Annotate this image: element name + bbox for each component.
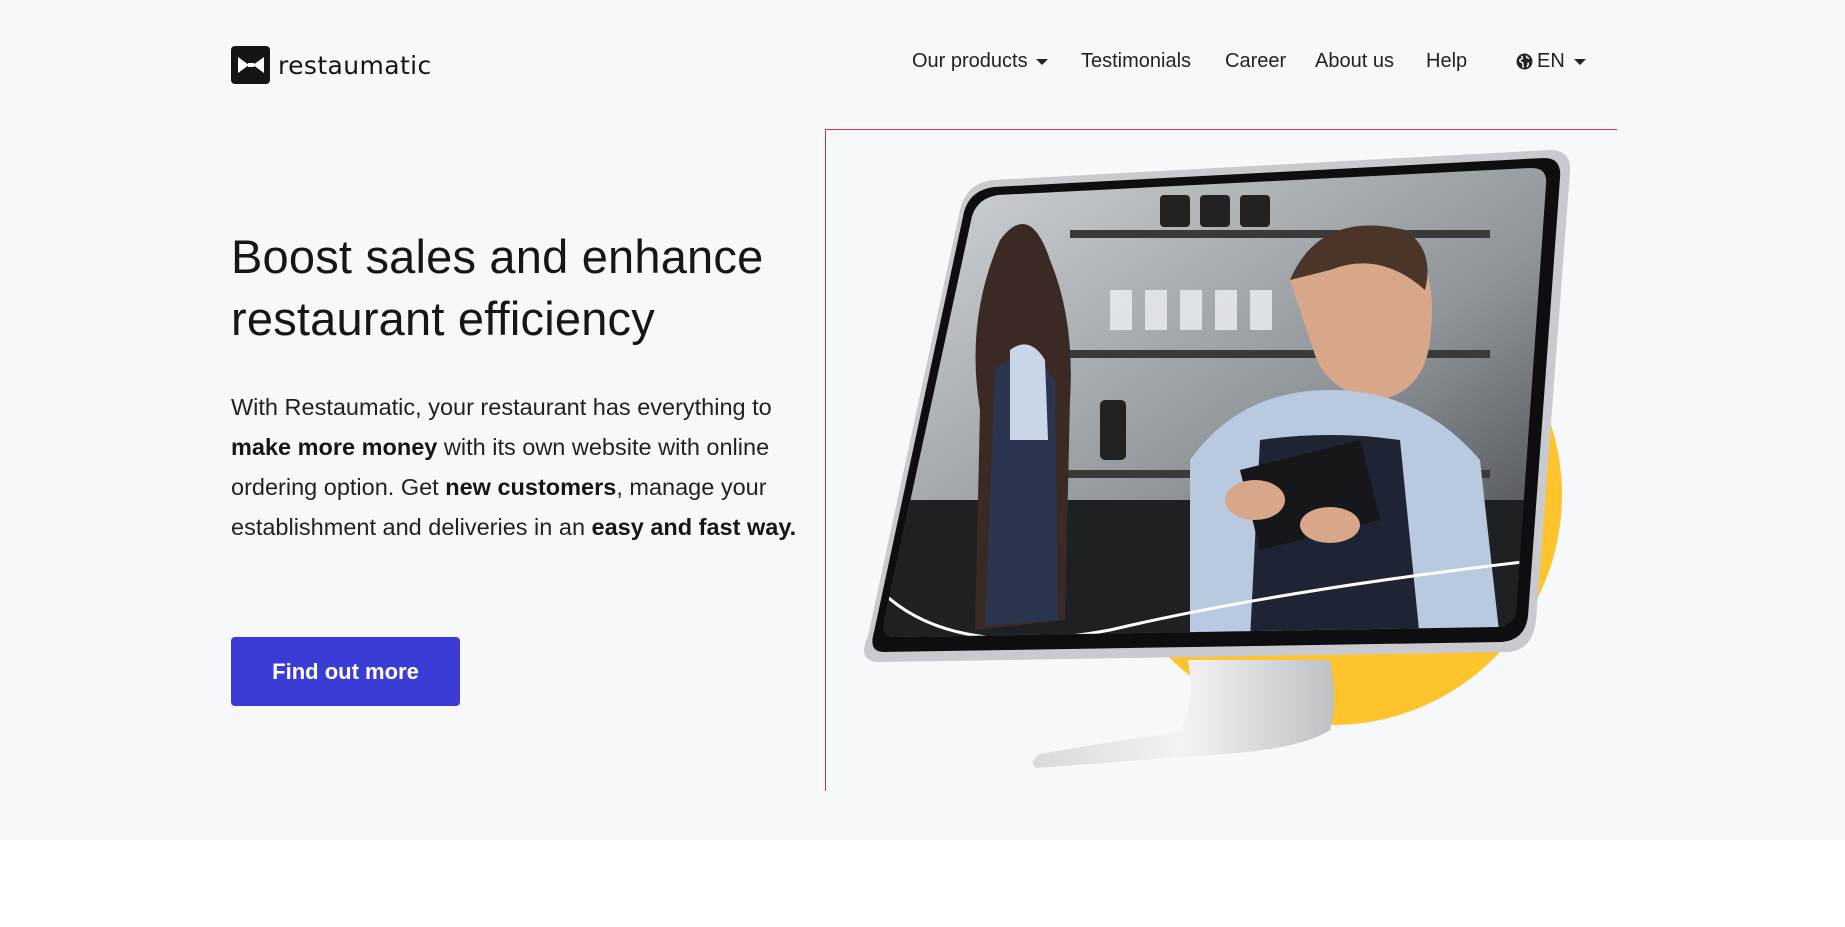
description-emphasis: make more money xyxy=(231,434,438,460)
find-out-more-button[interactable]: Find out more xyxy=(231,637,460,706)
nav-item-about-us[interactable]: About us xyxy=(1315,50,1394,73)
bowtie-logo-icon xyxy=(231,46,270,84)
globe-icon xyxy=(1516,53,1533,70)
nav-item-label: About us xyxy=(1315,50,1394,72)
caret-down-icon xyxy=(1573,58,1586,65)
hero-headline: Boost sales and enhance restaurant effic… xyxy=(231,226,831,350)
nav-item-career[interactable]: Career xyxy=(1225,50,1286,73)
hero-section: restaumatic Our products Testimonials Ca… xyxy=(0,0,1845,840)
nav-item-label: Career xyxy=(1225,50,1287,72)
hero-description: With Restaumatic, your restaurant has ev… xyxy=(231,387,801,547)
nav-item-help[interactable]: Help xyxy=(1426,50,1467,73)
description-emphasis: easy and fast way. xyxy=(591,514,797,540)
nav-item-our-products[interactable]: Our products xyxy=(912,50,1048,73)
main-nav: Our products Testimonials Career About u… xyxy=(912,50,1845,80)
caret-down-icon xyxy=(1035,58,1048,65)
monitor-stand xyxy=(1032,660,1334,768)
nav-item-label: Our products xyxy=(912,50,1028,72)
language-label: EN xyxy=(1537,50,1565,72)
language-switcher[interactable]: EN xyxy=(1516,50,1586,73)
description-emphasis: new customers xyxy=(445,474,617,500)
description-text: With Restaumatic, your restaurant has ev… xyxy=(231,394,772,420)
headline-line-1: Boost sales and enhance xyxy=(231,230,764,283)
nav-item-testimonials[interactable]: Testimonials xyxy=(1081,50,1191,73)
video-still xyxy=(883,167,1547,638)
headline-line-2: restaurant efficiency xyxy=(231,292,655,345)
nav-item-label: Testimonials xyxy=(1081,50,1192,72)
brand-name: restaumatic xyxy=(278,50,432,80)
nav-item-label: Help xyxy=(1426,50,1468,72)
brand-logo-link[interactable]: restaumatic xyxy=(231,46,432,84)
hero-monitor-illustration xyxy=(864,150,1571,768)
